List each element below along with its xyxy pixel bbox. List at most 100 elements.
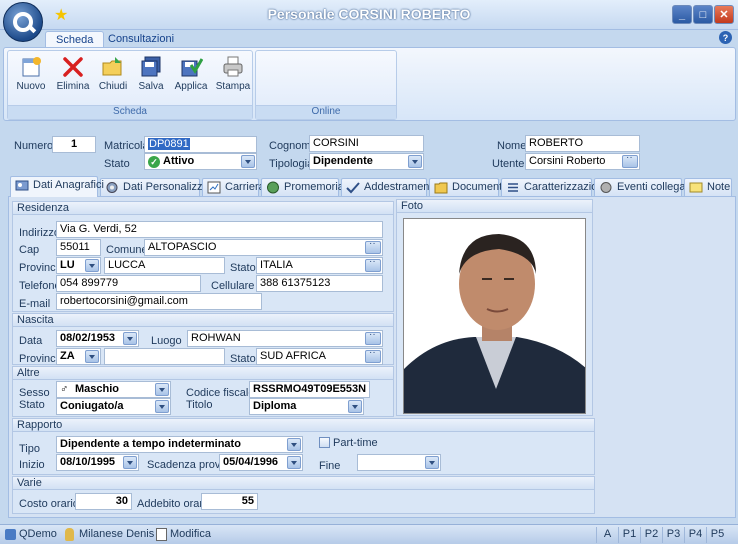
tab-note[interactable]: Note: [684, 178, 732, 196]
provincia-nascita-select[interactable]: ZA: [56, 348, 101, 365]
status-mode: Modifica: [170, 528, 211, 540]
comune-field[interactable]: ALTOPASCIO: [144, 239, 383, 256]
lookup-icon[interactable]: [365, 240, 381, 254]
stato-civile-label: Stato: [19, 399, 45, 411]
fine-label: Fine: [319, 460, 341, 472]
tab-carriera[interactable]: Carriera: [202, 178, 265, 196]
tab-eventi-collegati[interactable]: Eventi collegati: [594, 178, 691, 196]
foto-section: Foto: [396, 199, 593, 416]
numero-field[interactable]: 1: [52, 136, 96, 153]
utente-field[interactable]: Corsini Roberto: [525, 153, 640, 170]
tipo-select[interactable]: Dipendente a tempo indeterminato: [56, 436, 303, 453]
section-title: Rapporto: [13, 419, 594, 432]
lookup-icon[interactable]: [622, 154, 638, 168]
tipologia-select[interactable]: Dipendente: [309, 153, 424, 170]
cellulare-field[interactable]: 388 61375123: [256, 275, 383, 292]
chiudi-button[interactable]: Chiudi: [94, 55, 132, 103]
chevron-down-icon[interactable]: [155, 400, 169, 413]
costo-orario-field[interactable]: 30: [75, 493, 132, 510]
fine-field[interactable]: [357, 454, 441, 471]
elimina-button[interactable]: Elimina: [54, 55, 92, 103]
scadenza-prova-field[interactable]: 05/04/1996: [219, 454, 303, 471]
ribbon-group-label: Online: [256, 105, 396, 119]
help-icon[interactable]: ?: [719, 31, 732, 44]
sesso-select[interactable]: ♂ Maschio: [56, 381, 171, 398]
globe-icon: [267, 181, 279, 194]
minimize-button[interactable]: _: [672, 5, 692, 24]
section-title: Residenza: [13, 202, 393, 215]
parttime-checkbox[interactable]: [319, 437, 330, 448]
stampa-button[interactable]: Stampa: [214, 55, 252, 103]
stato-select[interactable]: ✓ Attivo: [144, 153, 257, 170]
ribbon-group-label: Scheda: [8, 105, 252, 119]
provincia-nome-field[interactable]: LUCCA: [104, 257, 225, 274]
status-key-p5: P5: [706, 527, 728, 543]
stato-nascita-field[interactable]: SUD AFRICA: [256, 348, 383, 365]
provincia-select[interactable]: LU: [56, 257, 101, 274]
section-title: Altre: [13, 367, 393, 380]
chevron-down-icon[interactable]: [85, 350, 99, 363]
rapporto-section: Rapporto Tipo Dipendente a tempo indeter…: [12, 418, 595, 475]
chevron-down-icon[interactable]: [85, 259, 99, 272]
lookup-icon[interactable]: [365, 331, 381, 345]
provincia-nascita-nome-field[interactable]: [104, 348, 225, 365]
section-title: Foto: [397, 200, 592, 213]
chevron-down-icon[interactable]: [155, 383, 169, 396]
indirizzo-field[interactable]: Via G. Verdi, 52: [56, 221, 383, 238]
nuovo-button[interactable]: Nuovo: [12, 55, 50, 103]
tipo-label: Tipo: [19, 443, 40, 455]
salva-button[interactable]: Salva: [132, 55, 170, 103]
tab-promemoria[interactable]: Promemoria: [261, 178, 344, 196]
section-title: Varie: [13, 477, 594, 490]
tab-caratterizzazioni[interactable]: Caratterizzazioni: [501, 178, 606, 196]
delete-icon: [61, 55, 85, 79]
applica-button[interactable]: Applica: [172, 55, 210, 103]
matricola-field[interactable]: DP0891: [144, 136, 257, 153]
status-key-p2: P2: [640, 527, 662, 543]
tab-documenti[interactable]: Documenti: [429, 178, 505, 196]
nome-field[interactable]: ROBERTO: [525, 135, 640, 152]
person-icon: ♂: [60, 383, 69, 395]
cellulare-label: Cellulare: [211, 280, 255, 292]
codice-fiscale-field[interactable]: RSSRMO49T09E553N: [249, 381, 370, 398]
close-folder-icon: [101, 55, 125, 79]
chevron-down-icon[interactable]: [425, 456, 439, 469]
ribbon-tab-scheda[interactable]: Scheda: [45, 31, 105, 48]
employee-photo[interactable]: [403, 218, 586, 414]
chevron-down-icon[interactable]: [287, 456, 301, 469]
application-menu-button[interactable]: [3, 2, 43, 42]
tab-addestramenti[interactable]: Addestramenti: [341, 178, 435, 196]
lookup-icon[interactable]: [365, 258, 381, 272]
chevron-down-icon[interactable]: [408, 155, 422, 168]
chevron-down-icon[interactable]: [123, 332, 137, 345]
chevron-down-icon[interactable]: [287, 438, 301, 451]
chevron-down-icon[interactable]: [123, 456, 137, 469]
titolo-select[interactable]: Diploma: [249, 398, 364, 415]
checkmark-icon: [346, 182, 360, 194]
luogo-field[interactable]: ROHWAN: [187, 330, 383, 347]
cognome-field[interactable]: CORSINI: [309, 135, 424, 152]
ribbon: Nuovo Elimina Chiudi Salva Applica Stamp…: [3, 47, 736, 121]
edit-icon: [156, 528, 167, 541]
close-button[interactable]: ✕: [714, 5, 734, 24]
stato-field[interactable]: ITALIA: [256, 257, 383, 274]
cap-field[interactable]: 55011: [56, 239, 101, 256]
email-field[interactable]: robertocorsini@gmail.com: [56, 293, 262, 310]
maximize-button[interactable]: □: [693, 5, 713, 24]
tab-dati-personalizzati[interactable]: Dati Personalizzati: [100, 178, 214, 196]
database-icon: [5, 529, 16, 540]
telefono-field[interactable]: 054 899779: [56, 275, 201, 292]
chevron-down-icon[interactable]: [348, 400, 362, 413]
folder-icon: [434, 182, 448, 194]
inizio-field[interactable]: 08/10/1995: [56, 454, 139, 471]
tab-dati-anagrafici[interactable]: Dati Anagrafici: [10, 176, 104, 197]
data-nascita-field[interactable]: 08/02/1953: [56, 330, 139, 347]
titolo-label: Titolo: [186, 399, 213, 411]
app-logo-icon: [13, 12, 33, 32]
stato-civile-select[interactable]: Coniugato/a: [56, 398, 171, 415]
chevron-down-icon[interactable]: [241, 155, 255, 168]
addebito-orario-field[interactable]: 55: [201, 493, 258, 510]
lookup-icon[interactable]: [365, 349, 381, 363]
ribbon-tab-consultazioni[interactable]: Consultazioni: [98, 31, 184, 48]
list-icon: [508, 183, 518, 192]
